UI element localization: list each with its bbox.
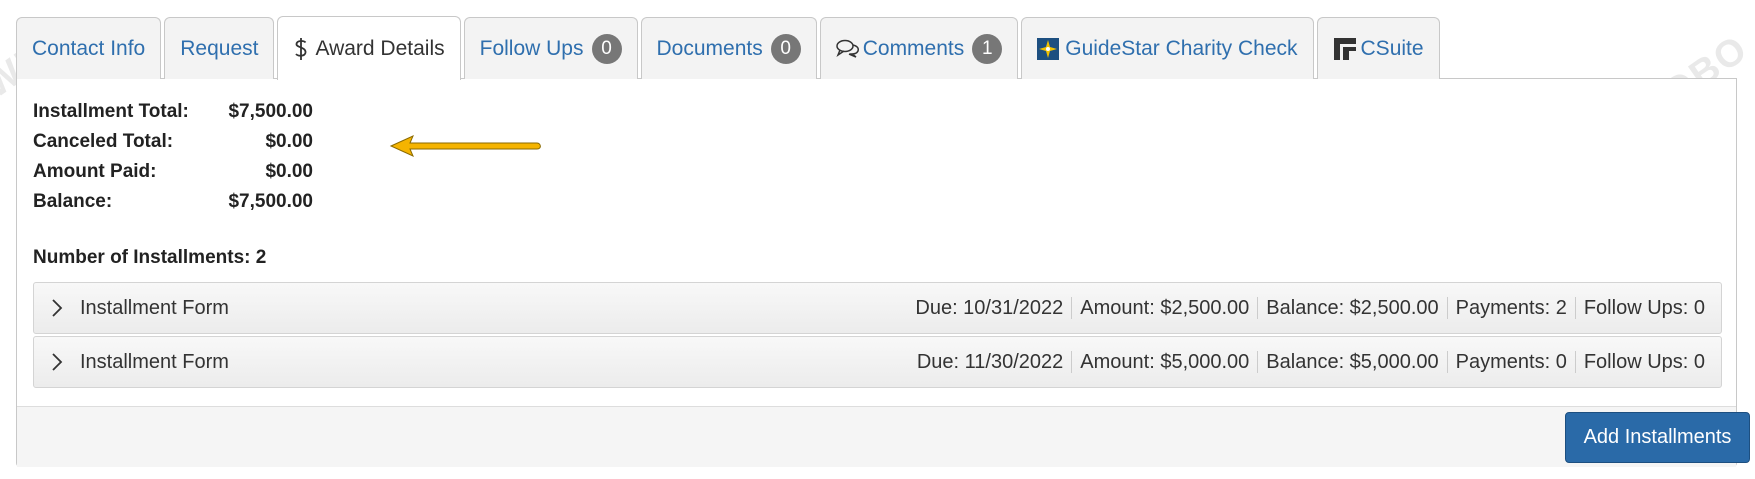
panel-footer: Add Installments bbox=[17, 406, 1750, 467]
tab-label: Comments bbox=[862, 36, 965, 60]
totals-value: $0.00 bbox=[265, 161, 313, 182]
follow-ups-count-badge: 0 bbox=[591, 33, 622, 64]
dollar-icon bbox=[293, 36, 309, 62]
csuite-logo-icon bbox=[1333, 37, 1357, 61]
chevron-right-icon bbox=[34, 352, 80, 372]
installment-balance: Balance: $2,500.00 bbox=[1257, 297, 1446, 319]
totals-summary: Installment Total: $7,500.00 Canceled To… bbox=[33, 97, 313, 217]
comments-count-badge: 1 bbox=[972, 33, 1003, 64]
installment-amount: Amount: $2,500.00 bbox=[1071, 297, 1257, 319]
installment-row[interactable]: Installment Form Due: 10/31/2022 Amount:… bbox=[33, 282, 1722, 334]
tab-award-details[interactable]: Award Details bbox=[277, 16, 461, 80]
totals-label: Installment Total: bbox=[33, 101, 189, 122]
installment-follow-ups: Follow Ups: 0 bbox=[1574, 297, 1713, 319]
tab-label: GuideStar Charity Check bbox=[1065, 36, 1298, 60]
tab-label: Follow Ups bbox=[479, 36, 584, 60]
totals-value: $0.00 bbox=[265, 131, 313, 152]
tab-bar: Contact Info Request Award Details Follo… bbox=[16, 16, 1443, 80]
installment-row[interactable]: Installment Form Due: 11/30/2022 Amount:… bbox=[33, 336, 1722, 388]
tab-label: Request bbox=[180, 36, 259, 60]
tab-label: Documents bbox=[656, 36, 763, 60]
tab-csuite[interactable]: CSuite bbox=[1316, 17, 1440, 79]
totals-label: Balance: bbox=[33, 191, 113, 212]
tab-follow-ups[interactable]: Follow Ups 0 bbox=[463, 17, 638, 79]
guidestar-logo-icon bbox=[1037, 37, 1060, 60]
number-of-installments: Number of Installments: 2 bbox=[33, 247, 267, 268]
totals-label: Amount Paid: bbox=[33, 161, 157, 182]
canceled-total-row: Canceled Total: $0.00 bbox=[33, 127, 313, 157]
installment-title: Installment Form bbox=[80, 350, 229, 373]
installment-meta: Due: 10/31/2022 Amount: $2,500.00 Balanc… bbox=[907, 297, 1721, 319]
installment-title: Installment Form bbox=[80, 296, 229, 319]
documents-count-badge: 0 bbox=[770, 33, 801, 64]
installment-balance: Balance: $5,000.00 bbox=[1257, 351, 1446, 373]
tab-contact-info[interactable]: Contact Info bbox=[16, 17, 162, 79]
totals-value: $7,500.00 bbox=[228, 191, 313, 212]
installment-total-row: Installment Total: $7,500.00 bbox=[33, 97, 313, 127]
amount-paid-row: Amount Paid: $0.00 bbox=[33, 157, 313, 187]
tab-guidestar[interactable]: GuideStar Charity Check bbox=[1021, 17, 1314, 79]
annotation-arrow-icon bbox=[385, 131, 545, 166]
tab-label: Contact Info bbox=[32, 36, 146, 60]
tab-label: CSuite bbox=[1360, 36, 1424, 60]
installment-due: Due: 10/31/2022 bbox=[915, 297, 1064, 319]
installment-payments: Payments: 0 bbox=[1446, 351, 1575, 373]
tab-documents[interactable]: Documents 0 bbox=[640, 17, 817, 79]
installment-amount: Amount: $5,000.00 bbox=[1071, 351, 1257, 373]
installment-due: Due: 11/30/2022 bbox=[916, 351, 1064, 373]
chevron-right-icon bbox=[34, 298, 80, 318]
totals-label: Canceled Total: bbox=[33, 131, 174, 152]
totals-value: $7,500.00 bbox=[228, 101, 313, 122]
comments-icon bbox=[835, 39, 860, 59]
installment-payments: Payments: 2 bbox=[1446, 297, 1575, 319]
balance-row: Balance: $7,500.00 bbox=[33, 187, 313, 217]
tab-request[interactable]: Request bbox=[164, 17, 275, 79]
installment-follow-ups: Follow Ups: 0 bbox=[1574, 351, 1713, 373]
tab-label: Award Details bbox=[315, 36, 445, 60]
add-installments-button[interactable]: Add Installments bbox=[1565, 412, 1750, 463]
award-details-panel: Installment Total: $7,500.00 Canceled To… bbox=[16, 78, 1750, 467]
tab-comments[interactable]: Comments 1 bbox=[819, 17, 1019, 79]
installment-meta: Due: 11/30/2022 Amount: $5,000.00 Balanc… bbox=[909, 351, 1721, 373]
